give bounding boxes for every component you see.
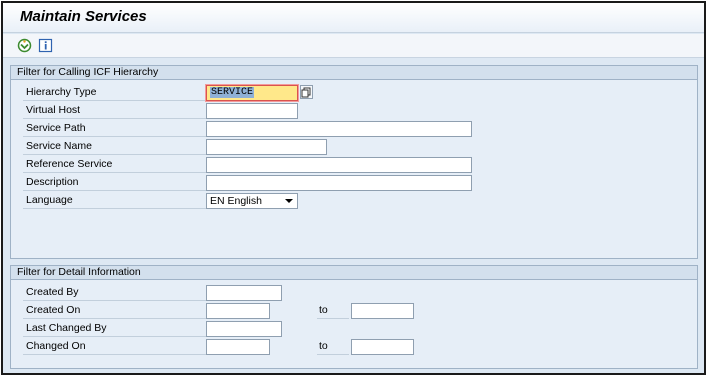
language-dropdown[interactable]: EN English	[206, 193, 298, 209]
info-icon[interactable]	[38, 38, 53, 53]
changed-on-to-input[interactable]	[351, 339, 414, 355]
execute-icon[interactable]	[17, 38, 32, 53]
service-path-input[interactable]	[206, 121, 472, 137]
created-on-from-input[interactable]	[206, 303, 270, 319]
changed-on-from-input[interactable]	[206, 339, 270, 355]
service-name-label: Service Name	[23, 138, 208, 155]
row-reference-service: Reference Service	[11, 156, 697, 174]
created-on-to-input[interactable]	[351, 303, 414, 319]
chevron-down-icon	[285, 199, 293, 203]
last-changed-by-label: Last Changed By	[23, 320, 208, 337]
reference-service-input[interactable]	[206, 157, 472, 173]
created-on-label: Created On	[23, 302, 208, 319]
row-language: Language EN English	[11, 192, 697, 210]
row-changed-on: Changed On to	[11, 338, 697, 356]
page-title: Maintain Services	[20, 8, 147, 25]
value-help-button[interactable]	[300, 85, 313, 99]
virtual-host-input[interactable]	[206, 103, 298, 119]
row-last-changed-by: Last Changed By	[11, 320, 697, 338]
sap-window: Maintain Services Filter for Calling ICF…	[1, 1, 706, 375]
row-hierarchy-type: Hierarchy Type SERVICE	[11, 84, 697, 102]
row-virtual-host: Virtual Host	[11, 102, 697, 120]
row-service-path: Service Path	[11, 120, 697, 138]
reference-service-label: Reference Service	[23, 156, 208, 173]
service-path-label: Service Path	[23, 120, 208, 137]
application-toolbar	[3, 34, 704, 58]
language-label: Language	[23, 192, 208, 209]
group-detail-filter: Filter for Detail Information Created By…	[10, 265, 698, 369]
service-name-input[interactable]	[206, 139, 327, 155]
copy-icon	[301, 87, 311, 98]
group-header-hierarchy: Filter for Calling ICF Hierarchy	[11, 66, 697, 80]
description-label: Description	[23, 174, 208, 191]
group-header-detail: Filter for Detail Information	[11, 266, 697, 280]
hierarchy-type-label: Hierarchy Type	[23, 84, 208, 101]
language-selected-value: EN English	[210, 195, 262, 207]
changed-on-label: Changed On	[23, 338, 208, 355]
row-created-by: Created By	[11, 284, 697, 302]
row-service-name: Service Name	[11, 138, 697, 156]
virtual-host-label: Virtual Host	[23, 102, 208, 119]
row-created-on: Created On to	[11, 302, 697, 320]
created-on-to-label: to	[317, 302, 349, 319]
group-hierarchy-filter: Filter for Calling ICF Hierarchy Hierarc…	[10, 65, 698, 259]
changed-on-to-label: to	[317, 338, 349, 355]
hierarchy-type-input[interactable]: SERVICE	[206, 85, 298, 101]
description-input[interactable]	[206, 175, 472, 191]
row-description: Description	[11, 174, 697, 192]
created-by-label: Created By	[23, 284, 208, 301]
title-bar: Maintain Services	[3, 3, 704, 33]
last-changed-by-input[interactable]	[206, 321, 282, 337]
hierarchy-type-value: SERVICE	[210, 87, 255, 98]
created-by-input[interactable]	[206, 285, 282, 301]
